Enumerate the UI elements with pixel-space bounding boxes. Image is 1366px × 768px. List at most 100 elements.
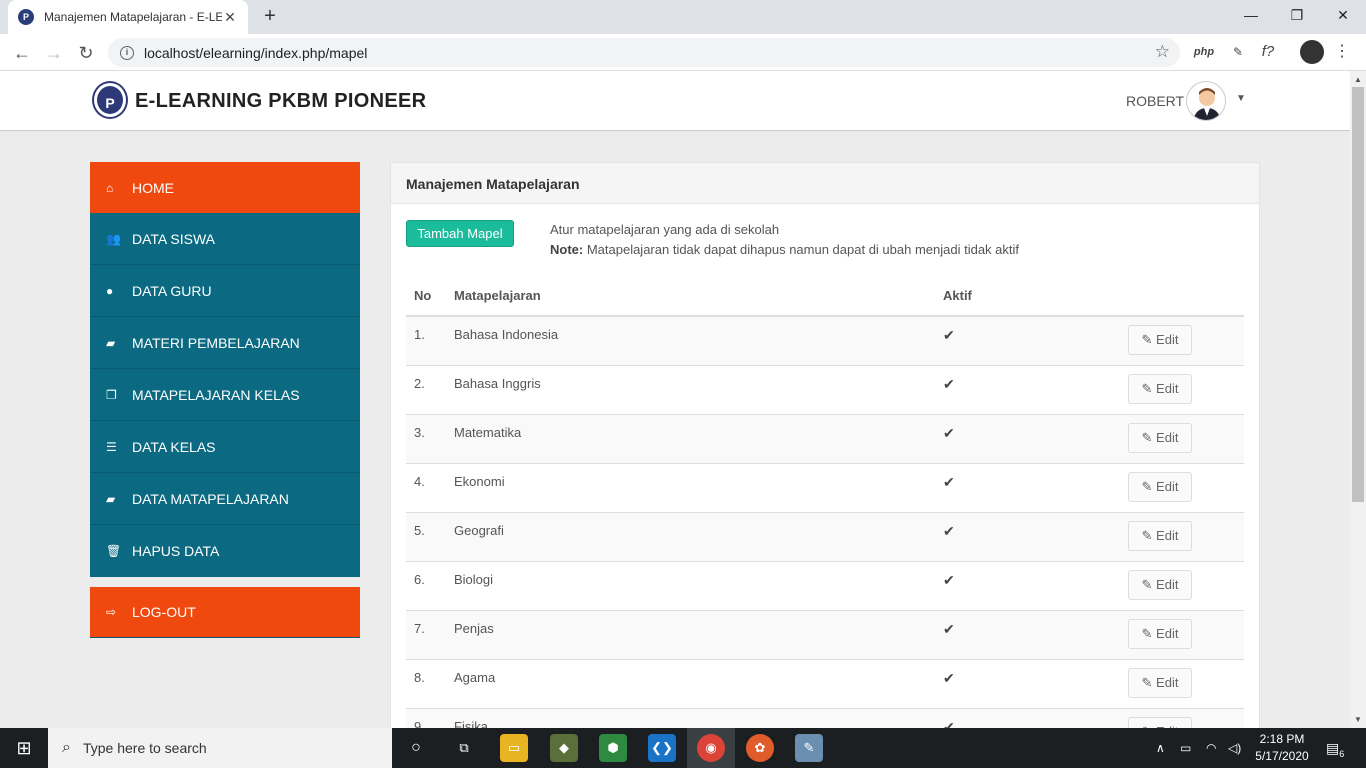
sidebar-item-mapel-kelas[interactable]: ❐ MATAPELAJARAN KELAS: [90, 369, 360, 421]
note-text: Matapelajaran tidak dapat dihapus namun …: [583, 242, 1020, 257]
address-bar[interactable]: i localhost/elearning/index.php/mapel ☆: [108, 38, 1180, 67]
edit-icon: ✎: [1141, 675, 1157, 690]
edit-button[interactable]: ✎ Edit: [1128, 717, 1192, 728]
check-icon: ✔: [943, 719, 955, 728]
row-number: 4.: [406, 463, 446, 513]
check-icon: ✔: [943, 376, 955, 392]
row-number: 3.: [406, 414, 446, 464]
browser-toolbar: ← → ↻ i localhost/elearning/index.php/ma…: [0, 34, 1366, 71]
tray-chevron-icon[interactable]: ∧: [1156, 728, 1165, 768]
minimize-icon[interactable]: —: [1228, 0, 1274, 30]
user-dropdown-caret-icon[interactable]: ▼: [1236, 93, 1246, 104]
edit-icon: ✎: [1141, 430, 1157, 445]
edit-button[interactable]: ✎ Edit: [1128, 325, 1192, 355]
site-info-icon[interactable]: i: [120, 45, 134, 60]
edit-button[interactable]: ✎ Edit: [1128, 374, 1192, 404]
edit-icon: ✎: [1141, 479, 1157, 494]
row-mapel-name: Ekonomi: [446, 463, 935, 513]
edit-icon: ✎: [1141, 332, 1157, 347]
back-icon[interactable]: ←: [10, 41, 34, 65]
row-action-cell: ✎ Edit: [1120, 315, 1244, 366]
row-mapel-name: Bahasa Inggris: [446, 365, 935, 415]
php-extension-icon[interactable]: php: [1192, 42, 1216, 62]
table-row: 3. Matematika ✔ ✎ Edit: [406, 414, 1244, 464]
row-number: 9.: [406, 708, 446, 728]
scroll-down-icon[interactable]: ▼: [1350, 715, 1366, 724]
paint-icon[interactable]: ✎: [795, 734, 823, 762]
notification-icon[interactable]: ▤6: [1326, 728, 1344, 768]
brand-logo-icon: P: [94, 83, 126, 117]
edit-button[interactable]: ✎ Edit: [1128, 668, 1192, 698]
edit-label: Edit: [1156, 430, 1179, 445]
page-scrollbar[interactable]: ▲ ▼: [1350, 71, 1366, 728]
edit-label: Edit: [1156, 626, 1179, 641]
edit-button[interactable]: ✎ Edit: [1128, 472, 1192, 502]
menu-icon[interactable]: ⋮: [1334, 42, 1350, 62]
user-name[interactable]: ROBERT: [1126, 93, 1184, 109]
brand-title: E-LEARNING PKBM PIONEER: [135, 90, 427, 112]
row-number: 7.: [406, 610, 446, 660]
table-row: 8. Agama ✔ ✎ Edit: [406, 659, 1244, 709]
sidebar-item-data-siswa[interactable]: 👥 DATA SISWA: [90, 213, 360, 265]
row-active-cell: ✔: [935, 610, 1120, 660]
table-row: 9.Fisika ✔ ✎ Edit: [406, 708, 1244, 728]
sidebar-item-data-mapel[interactable]: ▰ DATA MATAPELAJARAN: [90, 473, 360, 525]
tab-close-icon[interactable]: ✕: [222, 9, 238, 26]
row-action-cell: ✎ Edit: [1120, 610, 1244, 660]
sidebar-item-data-guru[interactable]: ● DATA GURU: [90, 265, 360, 317]
close-window-icon[interactable]: ✕: [1320, 0, 1366, 30]
scrollbar-thumb[interactable]: [1352, 87, 1364, 502]
task-view-icon[interactable]: ⧉: [450, 734, 478, 762]
windows-start-icon[interactable]: ⊞: [0, 728, 48, 768]
file-explorer-icon[interactable]: ▭: [500, 734, 528, 762]
sidebar-item-label: MATAPELAJARAN KELAS: [132, 386, 300, 403]
row-action-cell: ✎ Edit: [1120, 512, 1244, 562]
bookmark-star-icon[interactable]: ☆: [1155, 42, 1170, 62]
column-header-mapel: Matapelajaran: [446, 276, 935, 317]
row-number: 1.: [406, 315, 446, 366]
forward-icon[interactable]: →: [42, 41, 66, 65]
cortana-icon[interactable]: ○: [402, 734, 430, 762]
restore-icon[interactable]: ❐: [1274, 0, 1320, 30]
edit-button[interactable]: ✎ Edit: [1128, 423, 1192, 453]
edit-button[interactable]: ✎ Edit: [1128, 521, 1192, 551]
sidebar-item-label: HOME: [132, 179, 174, 196]
edit-button[interactable]: ✎ Edit: [1128, 619, 1192, 649]
function-extension-icon[interactable]: f?: [1256, 42, 1280, 62]
sidebar-item-logout[interactable]: ⇨ LOG-OUT: [90, 587, 360, 638]
vscode-icon[interactable]: ❮❯: [648, 734, 676, 762]
app-icon[interactable]: ✿: [746, 734, 774, 762]
taskbar-clock[interactable]: 2:18 PM 5/17/2020: [1244, 731, 1320, 765]
row-active-cell: ✔: [935, 561, 1120, 611]
sidebar-item-materi[interactable]: ▰ MATERI PEMBELAJARAN: [90, 317, 360, 369]
nodejs-icon[interactable]: ⬢: [599, 734, 627, 762]
sidebar-item-data-kelas[interactable]: ☰ DATA KELAS: [90, 421, 360, 473]
note-label: Note:: [550, 242, 584, 257]
edit-button[interactable]: ✎ Edit: [1128, 570, 1192, 600]
check-icon: ✔: [943, 572, 955, 588]
book-icon: ▰: [106, 491, 116, 506]
new-tab-button[interactable]: +: [258, 4, 282, 28]
taskbar-search[interactable]: ⌕ Type here to search: [48, 728, 392, 768]
profile-avatar-icon[interactable]: [1300, 40, 1324, 64]
check-icon: ✔: [943, 425, 955, 441]
browser-tab[interactable]: P Manajemen Matapelajaran - E-LE ✕: [8, 0, 248, 34]
column-header-action: [1120, 276, 1244, 317]
sidebar-item-hapus-data[interactable]: 🗑 HAPUS DATA: [90, 525, 360, 577]
scroll-up-icon[interactable]: ▲: [1350, 75, 1366, 84]
user-avatar[interactable]: [1186, 81, 1226, 121]
reload-icon[interactable]: ↻: [74, 41, 98, 65]
git-icon[interactable]: ◆: [550, 734, 578, 762]
row-number: 8.: [406, 659, 446, 709]
volume-icon[interactable]: ◁): [1228, 728, 1241, 768]
row-active-cell: ✔: [935, 708, 1120, 728]
sidebar-item-home[interactable]: ⌂ HOME: [90, 162, 360, 213]
chrome-icon[interactable]: ◉: [697, 734, 725, 762]
search-placeholder: Type here to search: [82, 740, 207, 756]
dev-extension-icon[interactable]: ✎: [1226, 42, 1250, 62]
row-number: 5.: [406, 512, 446, 562]
battery-icon[interactable]: ▭: [1180, 728, 1191, 768]
add-mapel-button[interactable]: Tambah Mapel: [406, 220, 514, 247]
edit-label: Edit: [1156, 577, 1179, 592]
wifi-icon[interactable]: ◠: [1206, 728, 1216, 768]
